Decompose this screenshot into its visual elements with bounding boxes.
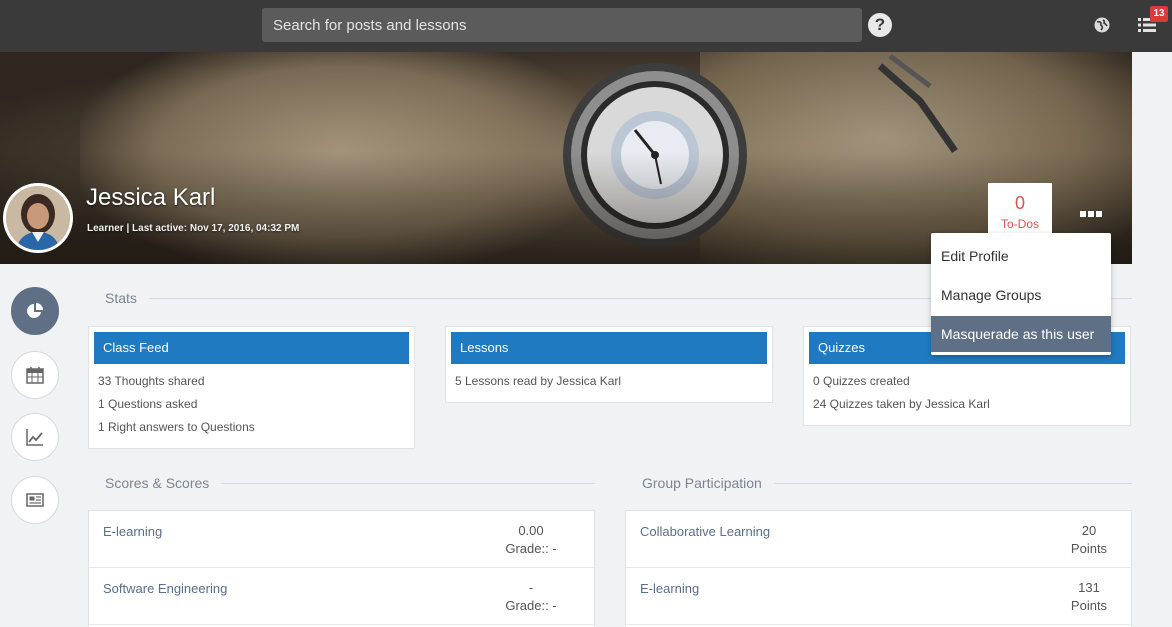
edit-profile-menu-item[interactable]: Edit Profile — [931, 237, 1111, 275]
todos-count: 0 — [1014, 193, 1025, 213]
score-value: 0.00 — [518, 523, 544, 538]
more-options-icon[interactable] — [1078, 206, 1104, 222]
todos-widget[interactable]: 0 To-Dos — [988, 183, 1052, 238]
table-row[interactable]: E-learning 131 Points — [626, 568, 1131, 625]
avatar[interactable] — [3, 183, 73, 253]
card-line: 1 Right answers to Questions — [98, 420, 255, 434]
group-name[interactable]: E-learning — [640, 581, 699, 596]
profile-meta: Learner | Last active: Nov 17, 2016, 04:… — [87, 223, 300, 234]
help-icon[interactable]: ? — [868, 13, 892, 37]
profile-options-menu: Edit Profile Manage Groups Masquerade as… — [931, 233, 1111, 355]
class-feed-card: Class Feed 33 Thoughts shared 1 Question… — [88, 326, 415, 449]
newspaper-icon — [26, 493, 44, 507]
card-line: 5 Lessons read by Jessica Karl — [455, 374, 622, 388]
todos-label: To-Dos — [1000, 217, 1039, 231]
rail-feed-button[interactable] — [11, 476, 59, 524]
globe-icon[interactable] — [1094, 17, 1110, 33]
top-bar: ? 13 — [0, 0, 1172, 52]
line-chart-icon — [26, 429, 43, 446]
scores-section-label: Scores & Scores — [88, 475, 222, 491]
points-value: 131 — [1078, 580, 1100, 595]
stats-section-label: Stats — [88, 290, 149, 306]
participation-section-label: Group Participation — [625, 475, 774, 491]
card-line: 33 Thoughts shared — [98, 374, 205, 388]
manage-groups-menu-item[interactable]: Manage Groups — [931, 276, 1111, 314]
grade-value: Grade:: - — [505, 541, 557, 556]
participation-table: Collaborative Learning 20 Points E-learn… — [625, 510, 1132, 627]
card-title: Class Feed — [94, 332, 409, 364]
calendar-icon — [26, 367, 44, 384]
table-row[interactable]: Collaborative Learning 20 Points — [626, 511, 1131, 568]
table-row[interactable]: Software Engineering - Grade:: - — [89, 568, 594, 625]
course-name[interactable]: E-learning — [103, 524, 162, 539]
grade-value: Grade:: - — [505, 598, 557, 613]
card-line: 24 Quizzes taken by Jessica Karl — [813, 397, 990, 411]
key-image — [877, 54, 958, 154]
search-input[interactable] — [262, 8, 862, 42]
table-row[interactable]: E-learning 0.00 Grade:: - — [89, 511, 594, 568]
profile-name: Jessica Karl — [86, 184, 216, 211]
group-name[interactable]: Collaborative Learning — [640, 524, 770, 539]
points-label: Points — [1070, 541, 1108, 556]
masquerade-menu-item[interactable]: Masquerade as this user — [931, 316, 1111, 352]
rail-calendar-button[interactable] — [11, 351, 59, 399]
rail-stats-button[interactable] — [11, 287, 59, 335]
card-title: Lessons — [451, 332, 767, 364]
card-line: 1 Questions asked — [98, 397, 198, 411]
course-name[interactable]: Software Engineering — [103, 581, 227, 596]
points-value: 20 — [1081, 523, 1097, 538]
lessons-card: Lessons 5 Lessons read by Jessica Karl — [445, 326, 773, 403]
score-value: - — [528, 580, 534, 595]
notification-badge: 13 — [1150, 6, 1168, 22]
points-label: Points — [1070, 598, 1108, 613]
scores-table: E-learning 0.00 Grade:: - Software Engin… — [88, 510, 595, 627]
pie-chart-icon — [27, 303, 43, 318]
card-line: 0 Quizzes created — [813, 374, 910, 388]
rail-progress-button[interactable] — [11, 413, 59, 461]
